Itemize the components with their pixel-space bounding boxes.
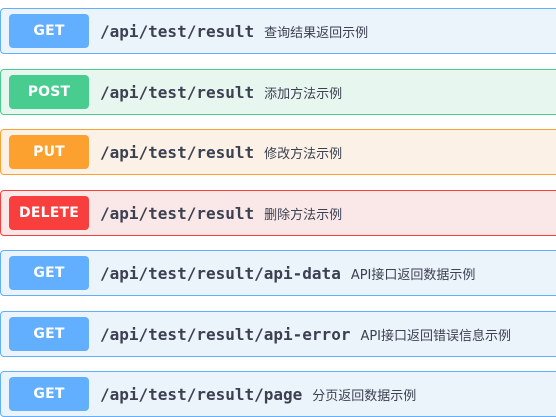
operation-path: /api/test/result [100, 142, 255, 162]
operation-get-page[interactable]: GET /api/test/result/page 分页返回数据示例 [0, 371, 556, 417]
operation-summary: API接口返回数据示例 [350, 267, 476, 283]
method-badge-post: POST [9, 75, 89, 109]
method-badge-get: GET [9, 256, 89, 290]
operation-get-api-data[interactable]: GET /api/test/result/api-data API接口返回数据示… [0, 250, 556, 296]
operation-summary: API接口返回错误信息示例 [360, 328, 512, 344]
method-badge-get: GET [9, 377, 89, 411]
operation-path: /api/test/result/api-data [100, 263, 341, 283]
operation-path: /api/test/result/page [100, 384, 303, 404]
operation-post-result[interactable]: POST /api/test/result 添加方法示例 [0, 69, 556, 115]
method-badge-get: GET [9, 14, 89, 48]
operation-get-api-error[interactable]: GET /api/test/result/api-error API接口返回错误… [0, 311, 556, 357]
method-badge-delete: DELETE [9, 196, 89, 230]
operation-summary: 添加方法示例 [264, 86, 343, 102]
operation-path: /api/test/result [100, 82, 255, 102]
operation-delete-result[interactable]: DELETE /api/test/result 删除方法示例 [0, 190, 556, 236]
operation-summary: 修改方法示例 [264, 146, 343, 162]
operation-get-result[interactable]: GET /api/test/result 查询结果返回示例 [0, 8, 556, 54]
operation-summary: 删除方法示例 [264, 207, 343, 223]
operation-summary: 分页返回数据示例 [312, 388, 417, 404]
operation-summary: 查询结果返回示例 [264, 25, 369, 41]
operation-path: /api/test/result [100, 21, 255, 41]
method-badge-get: GET [9, 317, 89, 351]
operation-put-result[interactable]: PUT /api/test/result 修改方法示例 [0, 129, 556, 175]
operation-path: /api/test/result/api-error [100, 324, 351, 344]
method-badge-put: PUT [9, 135, 89, 169]
operations-list: GET /api/test/result 查询结果返回示例 POST /api/… [0, 0, 556, 417]
operation-path: /api/test/result [100, 203, 255, 223]
